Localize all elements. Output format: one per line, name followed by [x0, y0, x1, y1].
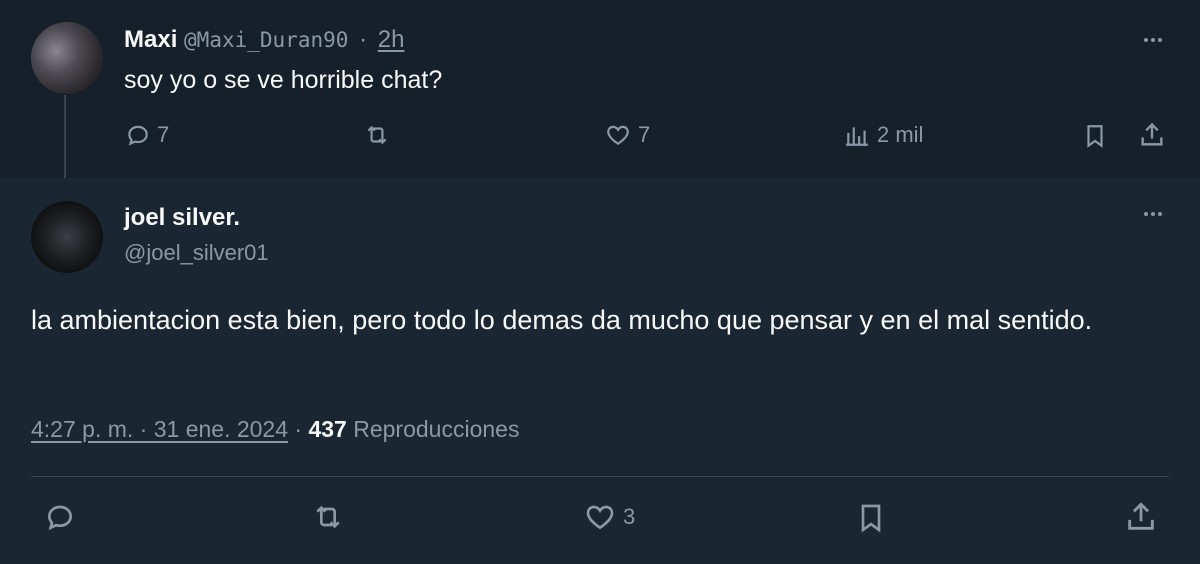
- bookmark-icon: [855, 501, 887, 535]
- views-count: 437: [308, 416, 347, 442]
- focused-like-button[interactable]: 3: [583, 501, 635, 533]
- tweet-timestamp-link[interactable]: 4:27 p. m. · 31 ene. 2024: [31, 416, 288, 442]
- repost-icon: [310, 501, 346, 533]
- focused-bookmark-button[interactable]: [855, 501, 887, 535]
- focused-tweet: joel silver. @joel_silver01 la ambientac…: [0, 178, 1200, 564]
- parent-tweet-time[interactable]: 2h: [378, 26, 405, 53]
- parent-reply-count: 7: [157, 122, 170, 147]
- bookmark-icon: [1082, 122, 1108, 150]
- parent-views-count: 2 mil: [877, 122, 924, 147]
- focused-author-name[interactable]: joel silver.: [124, 204, 240, 232]
- analytics-icon: [843, 122, 871, 148]
- share-icon: [1124, 500, 1158, 534]
- repost-icon: [362, 122, 392, 148]
- more-dot-icon: [1144, 38, 1148, 42]
- action-bar-divider: [31, 476, 1169, 477]
- heart-icon: [583, 501, 617, 533]
- parent-author-avatar[interactable]: [31, 22, 103, 94]
- parent-author-handle[interactable]: @Maxi_Duran90: [184, 28, 348, 52]
- parent-like-count: 7: [638, 122, 651, 147]
- parent-author-name[interactable]: Maxi: [124, 26, 177, 53]
- parent-reply-button[interactable]: 7: [125, 122, 169, 148]
- focused-author-handle[interactable]: @joel_silver01: [124, 240, 269, 266]
- parent-more-options-button[interactable]: [1138, 30, 1168, 50]
- parent-views-button[interactable]: 2 mil: [843, 122, 923, 148]
- views-label: Reproducciones: [353, 416, 520, 442]
- parent-tweet-header: Maxi @Maxi_Duran90 · 2h: [124, 26, 404, 54]
- focused-author-avatar[interactable]: [31, 201, 103, 273]
- tweet-metadata: 4:27 p. m. · 31 ene. 2024 · 437 Reproduc…: [31, 416, 519, 443]
- parent-tweet-text: soy yo o se ve horrible chat?: [124, 66, 443, 94]
- focused-like-count: 3: [623, 504, 636, 529]
- parent-like-button[interactable]: 7: [604, 122, 650, 148]
- share-icon: [1138, 121, 1166, 149]
- header-separator: ·: [359, 26, 368, 53]
- more-dot-icon: [1144, 212, 1148, 216]
- thread-connector-line: [64, 95, 66, 187]
- focused-reply-button[interactable]: [44, 501, 76, 533]
- heart-icon: [604, 122, 632, 148]
- focused-repost-button[interactable]: [310, 501, 346, 533]
- focused-more-options-button[interactable]: [1138, 204, 1168, 224]
- parent-repost-button[interactable]: [362, 122, 392, 148]
- reply-icon: [44, 501, 76, 533]
- focused-share-button[interactable]: [1124, 500, 1158, 534]
- parent-bookmark-button[interactable]: [1082, 122, 1108, 150]
- reply-icon: [125, 122, 151, 148]
- meta-separator: ·: [294, 416, 303, 442]
- parent-share-button[interactable]: [1138, 121, 1166, 149]
- focused-tweet-text: la ambientacion esta bien, pero todo lo …: [31, 305, 1093, 335]
- parent-tweet[interactable]: Maxi @Maxi_Duran90 · 2h soy yo o se ve h…: [0, 0, 1200, 187]
